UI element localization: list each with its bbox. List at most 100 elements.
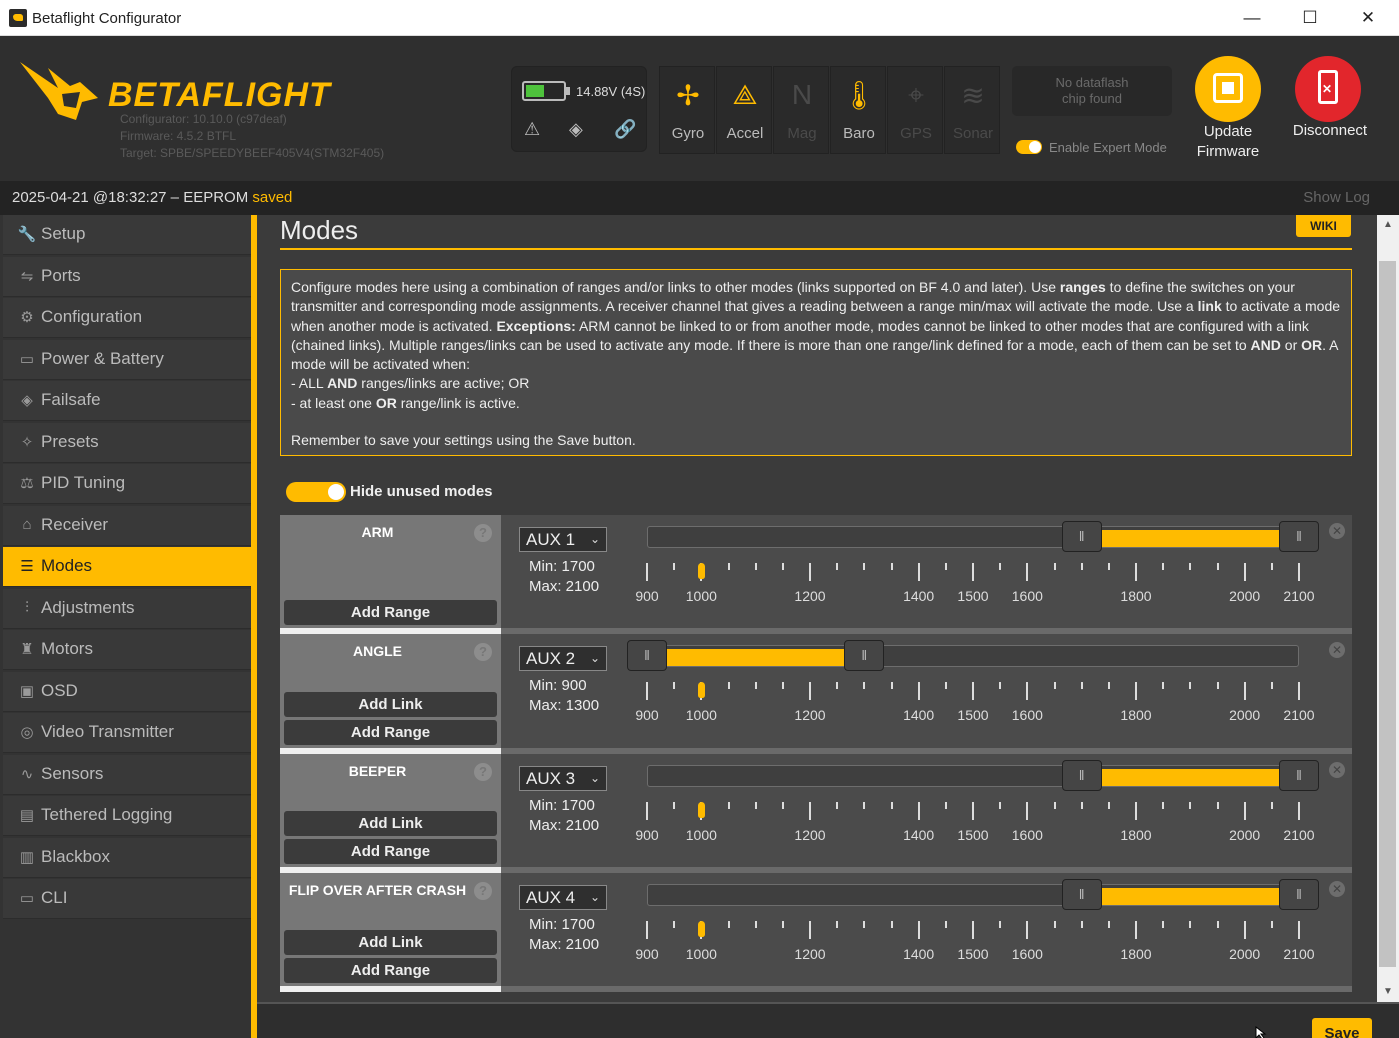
range-slider[interactable]: ‖ ‖ 900 1000 1200 1400 1500 1600 1800 2000 2100	[621, 634, 1321, 744]
ports-icon: ⇋	[20, 267, 34, 285]
range-min-handle[interactable]: ‖	[1061, 521, 1102, 552]
scale-tick	[972, 563, 974, 581]
scale-tick	[1298, 802, 1300, 820]
scale-tick	[1107, 921, 1110, 928]
scroll-thumb[interactable]	[1379, 261, 1396, 967]
add-range-button[interactable]: Add Range	[284, 839, 497, 864]
help-icon[interactable]: ?	[474, 763, 492, 781]
scale-tick	[673, 921, 676, 928]
range-min-handle[interactable]: ‖	[627, 640, 667, 671]
scale-tick	[1298, 563, 1300, 581]
range-slider[interactable]: ‖ ‖ 900 1000 1200 1400 1500 1600 1800 2000 2100	[621, 515, 1321, 625]
update-firmware-button[interactable]: Update Firmware	[1186, 56, 1270, 166]
wiki-button[interactable]: WIKI	[1296, 215, 1351, 237]
help-icon[interactable]: ?	[474, 643, 492, 661]
sidebar-item-label: Video Transmitter	[41, 722, 174, 741]
show-log-link[interactable]: Show Log	[1303, 189, 1370, 206]
sidebar-item-label: Modes	[41, 556, 93, 575]
sidebar-item-pid-tuning[interactable]: ⚖ PID Tuning	[3, 464, 251, 504]
add-range-button[interactable]: Add Range	[284, 720, 497, 745]
scale-tick	[1216, 802, 1219, 809]
aux-channel-select[interactable]: AUX 3 ⌄	[519, 766, 607, 791]
add-link-button[interactable]: Add Link	[284, 692, 497, 717]
note-save-reminder: Remember to save your settings using the…	[291, 432, 636, 449]
range-slider[interactable]: ‖ ‖ 900 1000 1200 1400 1500 1600 1800 2000 2100	[621, 754, 1321, 864]
scale-tick	[754, 682, 757, 689]
sidebar-item-presets[interactable]: ✧ Presets	[3, 422, 251, 463]
range-slider[interactable]: ‖ ‖ 900 1000 1200 1400 1500 1600 1800 2000 2100	[621, 873, 1321, 983]
sidebar-item-video-transmitter[interactable]: ◎ Video Transmitter	[3, 713, 251, 753]
sidebar-item-ports[interactable]: ⇋ Ports	[3, 256, 251, 297]
add-range-button[interactable]: Add Range	[284, 958, 497, 983]
scroll-down-arrow-icon[interactable]: ▼	[1377, 982, 1399, 1002]
remove-range-icon[interactable]: ✕	[1329, 642, 1345, 658]
help-icon[interactable]: ?	[474, 882, 492, 900]
main-scrollbar[interactable]: ▲ ▼	[1377, 215, 1399, 1002]
sidebar-item-cli[interactable]: ▭ CLI	[3, 879, 251, 919]
receiver-icon: ⌂	[22, 515, 32, 533]
battery-panel: 14.88V (4S) ⚠ ◈ 🔗	[511, 66, 647, 152]
footer-bar: Save	[257, 1002, 1399, 1038]
range-max-handle[interactable]: ‖	[1279, 760, 1319, 791]
mode-range-panel: AUX 1 ⌄ Min: 1700 Max: 2100 ‖ ‖ 900 1000 1200 140…	[501, 515, 1352, 628]
sidebar-item-adjustments[interactable]: ⫶ Adjustments	[3, 588, 251, 629]
disconnect-button[interactable]: Disconnect	[1288, 56, 1372, 166]
add-range-button[interactable]: Add Range	[284, 600, 497, 625]
sidebar-item-label: Blackbox	[41, 846, 110, 866]
sidebar-item-modes[interactable]: ☰ Modes	[3, 547, 251, 587]
sidebar-item-osd[interactable]: ▣ OSD	[3, 671, 251, 712]
eeprom-saved-status: saved	[252, 189, 293, 206]
range-min-handle[interactable]: ‖	[1061, 879, 1102, 910]
save-button[interactable]: Save	[1312, 1018, 1372, 1038]
remove-range-icon[interactable]: ✕	[1329, 523, 1345, 539]
scale-tick	[754, 921, 757, 928]
sensor-gps: ⌖ GPS	[887, 66, 943, 154]
maximize-button[interactable]: ☐	[1281, 0, 1339, 36]
scale-tick-label: 2000	[1229, 946, 1261, 962]
sidebar-item-blackbox[interactable]: ▥ Blackbox	[3, 837, 251, 878]
add-link-button[interactable]: Add Link	[284, 811, 497, 836]
aux-channel-select[interactable]: AUX 1 ⌄	[519, 527, 607, 552]
sidebar-item-sensors[interactable]: ∿ Sensors	[3, 754, 251, 795]
mode-separator	[280, 986, 1352, 992]
minimize-button[interactable]: —	[1223, 0, 1281, 36]
range-max-handle[interactable]: ‖	[1279, 521, 1319, 552]
range-max-handle[interactable]: ‖	[1279, 879, 1319, 910]
status-message: 2025-04-21 @18:32:27 – EEPROM saved	[12, 189, 292, 206]
aux-channel-select[interactable]: AUX 2 ⌄	[519, 646, 607, 671]
sidebar-item-failsafe[interactable]: ◈ Failsafe	[3, 381, 251, 421]
sidebar-item-receiver[interactable]: ⌂ Receiver	[3, 505, 251, 546]
aux-channel-select[interactable]: AUX 4 ⌄	[519, 885, 607, 910]
scale-tick	[646, 802, 648, 820]
scale-tick	[1053, 921, 1056, 928]
sidebar-item-motors[interactable]: ♜ Motors	[3, 630, 251, 670]
sidebar-item-setup[interactable]: 🔧 Setup	[3, 215, 251, 255]
scale-tick-label: 2100	[1283, 827, 1315, 843]
scale-tick	[1270, 563, 1273, 570]
scroll-up-arrow-icon[interactable]: ▲	[1377, 215, 1399, 235]
sidebar-item-tethered-logging[interactable]: ▤ Tethered Logging	[3, 796, 251, 836]
scale-tick-label: 1400	[903, 827, 935, 843]
modes-tab-content: Modes WIKI Configure modes here using a …	[257, 215, 1377, 1002]
remove-range-icon[interactable]: ✕	[1329, 881, 1345, 897]
expert-mode-toggle[interactable]	[1016, 140, 1042, 154]
sidebar-item-power-battery[interactable]: ▭ Power & Battery	[3, 339, 251, 380]
range-max-label: Max: 1300	[529, 697, 600, 714]
chevron-down-icon: ⌄	[589, 890, 600, 904]
close-button[interactable]: ✕	[1339, 0, 1397, 36]
scale-tick	[863, 921, 866, 928]
add-link-button[interactable]: Add Link	[284, 930, 497, 955]
mode-beeper: BEEPER? Add Link Add Range AUX 3 ⌄ Min: 1700 M…	[280, 754, 1352, 873]
range-min-handle[interactable]: ‖	[1061, 760, 1102, 791]
sidebar-item-configuration[interactable]: ⚙ Configuration	[3, 298, 251, 338]
range-max-handle[interactable]: ‖	[844, 640, 885, 671]
scale-tick	[1216, 921, 1219, 928]
update-firmware-circle	[1195, 56, 1261, 122]
accel-icon: ⟁	[732, 79, 758, 110]
sidebar-item-label: Configuration	[41, 307, 143, 326]
help-icon[interactable]: ?	[474, 524, 492, 542]
battery-level-fill	[526, 85, 544, 97]
note-paragraph-1: Configure modes here using a combination…	[291, 279, 1341, 373]
hide-unused-modes-toggle[interactable]	[286, 482, 346, 502]
remove-range-icon[interactable]: ✕	[1329, 762, 1345, 778]
